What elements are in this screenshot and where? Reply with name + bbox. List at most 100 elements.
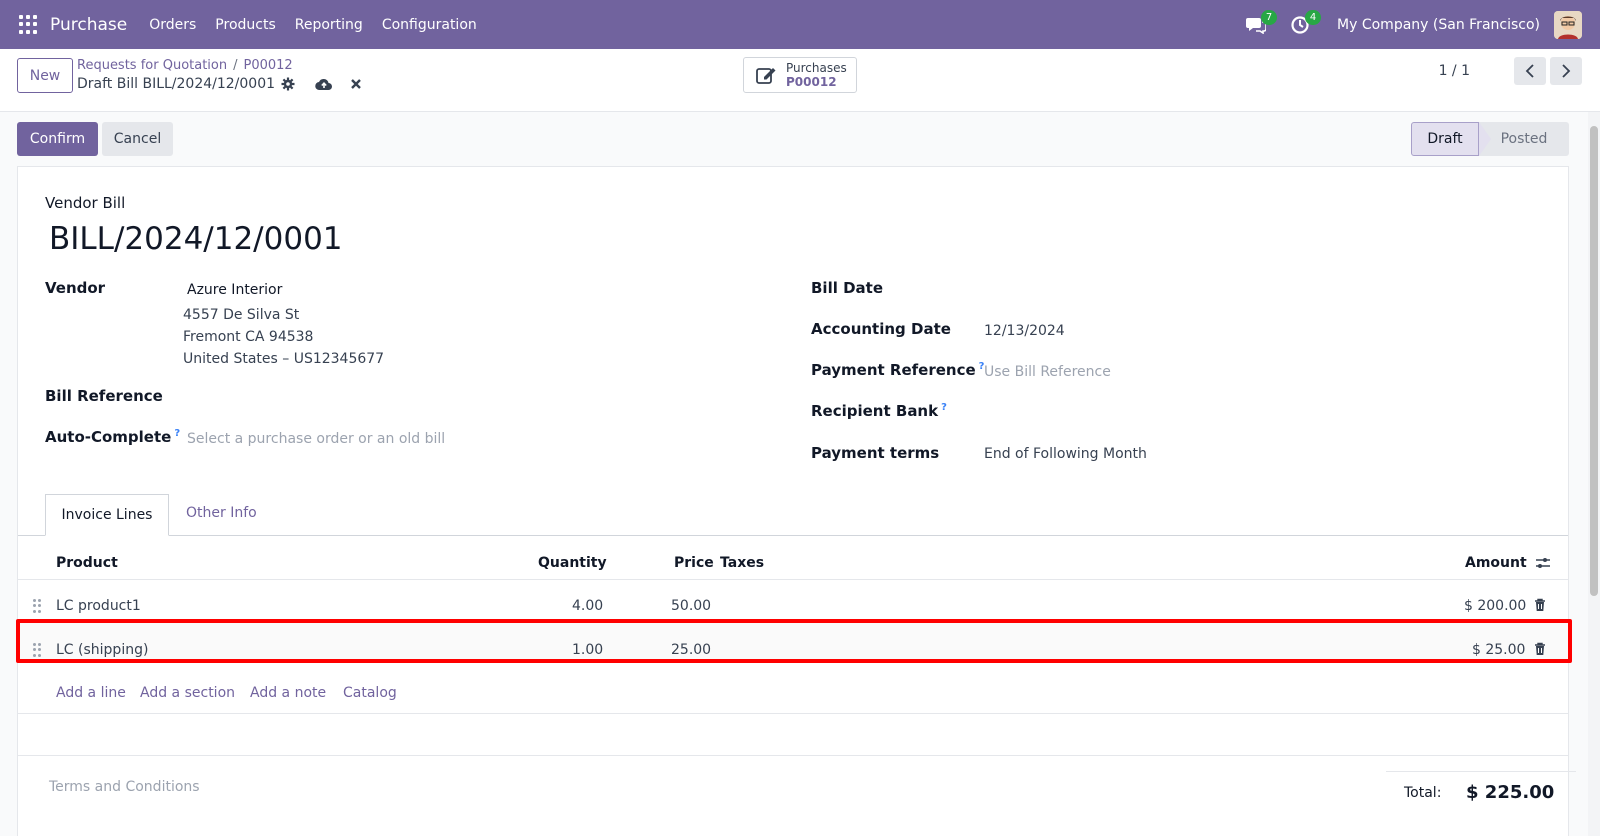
bill-reference-label: Bill Reference bbox=[45, 387, 163, 405]
column-amount[interactable]: Amount bbox=[1465, 555, 1527, 571]
smart-button-label: Purchases bbox=[786, 61, 847, 75]
tab-invoice-lines[interactable]: Invoice Lines bbox=[45, 494, 169, 536]
gear-icon[interactable] bbox=[281, 77, 295, 91]
drag-handle-icon[interactable] bbox=[33, 599, 41, 613]
drag-handle-icon[interactable] bbox=[33, 643, 41, 657]
row-amount: $ 25.00 bbox=[1472, 642, 1526, 658]
row-price[interactable]: 25.00 bbox=[671, 642, 711, 658]
add-links-divider bbox=[18, 713, 1568, 714]
tabs-divider bbox=[18, 535, 1568, 536]
smart-button-value: P00012 bbox=[786, 75, 837, 89]
chevron-right-icon bbox=[1562, 64, 1571, 78]
add-note-link[interactable]: Add a note bbox=[250, 685, 326, 701]
top-navbar: Purchase Orders Products Reporting Confi… bbox=[0, 0, 1600, 49]
cancel-button[interactable]: Cancel bbox=[102, 122, 173, 156]
catalog-link[interactable]: Catalog bbox=[343, 685, 397, 701]
messages-button[interactable]: 7 bbox=[1243, 9, 1278, 38]
recipient-bank-label-text: Recipient Bank bbox=[811, 402, 939, 420]
bill-number-title: BILL/2024/12/0001 bbox=[49, 221, 343, 257]
vendor-field[interactable]: Azure Interior bbox=[187, 282, 282, 298]
new-button[interactable]: New bbox=[17, 58, 73, 93]
header-divider bbox=[18, 579, 1568, 580]
row-price[interactable]: 50.00 bbox=[671, 598, 711, 614]
accounting-date-label: Accounting Date bbox=[811, 320, 951, 338]
row-product[interactable]: LC product1 bbox=[56, 598, 141, 614]
row-amount: $ 200.00 bbox=[1464, 598, 1527, 614]
auto-complete-label-text: Auto-Complete bbox=[45, 428, 172, 446]
row-quantity[interactable]: 1.00 bbox=[572, 642, 603, 658]
total-value: $ 225.00 bbox=[1466, 782, 1555, 803]
total-label: Total: bbox=[1404, 785, 1442, 801]
auto-complete-input[interactable]: Select a purchase order or an old bill bbox=[187, 431, 445, 447]
payment-reference-label-text: Payment Reference bbox=[811, 361, 976, 379]
activities-count-badge: 4 bbox=[1305, 9, 1322, 25]
breadcrumb: Requests for Quotation / P00012 bbox=[77, 58, 293, 73]
row-quantity[interactable]: 4.00 bbox=[572, 598, 603, 614]
optional-columns-icon[interactable] bbox=[1535, 556, 1551, 574]
bill-date-input[interactable] bbox=[984, 279, 1544, 301]
recipient-bank-label: Recipient Bank? bbox=[811, 402, 947, 420]
vendor-address-line2: Fremont CA 94538 bbox=[183, 329, 314, 345]
record-title-line: Draft Bill BILL/2024/12/0001 bbox=[77, 76, 362, 92]
payment-terms-label: Payment terms bbox=[811, 444, 940, 462]
breadcrumb-separator: / bbox=[233, 58, 238, 73]
bill-date-label: Bill Date bbox=[811, 279, 883, 297]
add-line-link[interactable]: Add a line bbox=[56, 685, 126, 701]
pager-value[interactable]: 1 / 1 bbox=[1439, 63, 1470, 79]
row-product[interactable]: LC (shipping) bbox=[56, 642, 148, 658]
breadcrumb-order-link[interactable]: P00012 bbox=[244, 58, 293, 73]
pager-next-button[interactable] bbox=[1550, 57, 1582, 85]
vendor-address-line3: United States – US12345677 bbox=[183, 351, 385, 367]
recipient-bank-help-icon[interactable]: ? bbox=[941, 402, 947, 413]
payment-reference-label: Payment Reference? bbox=[811, 361, 984, 379]
discard-x-icon[interactable] bbox=[350, 78, 362, 90]
recipient-bank-input[interactable] bbox=[984, 402, 1544, 424]
page-scrollbar[interactable] bbox=[1588, 112, 1600, 836]
breadcrumb-rfq-link[interactable]: Requests for Quotation bbox=[77, 58, 227, 73]
column-quantity[interactable]: Quantity bbox=[538, 555, 607, 571]
menu-configuration[interactable]: Configuration bbox=[382, 17, 477, 33]
trash-icon[interactable] bbox=[1534, 642, 1546, 660]
status-posted[interactable]: Posted bbox=[1479, 122, 1569, 156]
messages-count-badge: 7 bbox=[1261, 9, 1278, 25]
statusbar-arrow bbox=[1479, 122, 1491, 156]
trash-icon[interactable] bbox=[1534, 598, 1546, 616]
apps-grid-icon[interactable] bbox=[19, 14, 39, 35]
menu-orders[interactable]: Orders bbox=[149, 17, 196, 33]
navbar-systray: 7 4 My Company (San Francisco) bbox=[1243, 0, 1600, 49]
payment-reference-input[interactable]: Use Bill Reference bbox=[984, 364, 1111, 380]
form-sheet: Vendor Bill BILL/2024/12/0001 Vendor Azu… bbox=[16, 166, 1576, 836]
column-price[interactable]: Price bbox=[674, 555, 714, 571]
auto-complete-help-icon[interactable]: ? bbox=[174, 428, 180, 439]
bill-reference-input[interactable] bbox=[187, 387, 747, 409]
column-product[interactable]: Product bbox=[56, 555, 118, 571]
status-draft[interactable]: Draft bbox=[1411, 122, 1479, 156]
menu-reporting[interactable]: Reporting bbox=[295, 17, 363, 33]
control-panel: New Requests for Quotation / P00012 Draft … bbox=[0, 49, 1600, 112]
purchases-smart-button[interactable]: Purchases P00012 bbox=[743, 57, 857, 93]
company-switcher[interactable]: My Company (San Francisco) bbox=[1337, 17, 1540, 33]
edit-document-icon bbox=[756, 68, 776, 84]
vendor-label: Vendor bbox=[45, 279, 106, 297]
pager-previous-button[interactable] bbox=[1514, 57, 1546, 85]
cloud-upload-icon[interactable] bbox=[315, 77, 333, 91]
document-type: Vendor Bill bbox=[45, 194, 126, 212]
confirm-button[interactable]: Confirm bbox=[17, 122, 98, 156]
vendor-address-line1: 4557 De Silva St bbox=[183, 307, 300, 323]
table-bottom-divider bbox=[18, 755, 1568, 756]
menu-products[interactable]: Products bbox=[215, 17, 275, 33]
column-taxes[interactable]: Taxes bbox=[720, 555, 764, 571]
payment-terms-input[interactable]: End of Following Month bbox=[984, 446, 1147, 462]
scrollbar-thumb[interactable] bbox=[1590, 126, 1598, 596]
chevron-left-icon bbox=[1525, 64, 1534, 78]
total-divider bbox=[1386, 771, 1576, 772]
accounting-date-input[interactable]: 12/13/2024 bbox=[984, 323, 1065, 339]
tab-other-info[interactable]: Other Info bbox=[186, 505, 257, 521]
highlighted-row-outline bbox=[16, 619, 1572, 663]
app-name[interactable]: Purchase bbox=[50, 15, 127, 35]
user-avatar[interactable] bbox=[1554, 10, 1582, 39]
add-section-link[interactable]: Add a section bbox=[140, 685, 235, 701]
activities-button[interactable]: 4 bbox=[1287, 9, 1322, 38]
auto-complete-label: Auto-Complete? bbox=[45, 428, 180, 446]
terms-and-conditions-input[interactable]: Terms and Conditions bbox=[49, 779, 200, 795]
